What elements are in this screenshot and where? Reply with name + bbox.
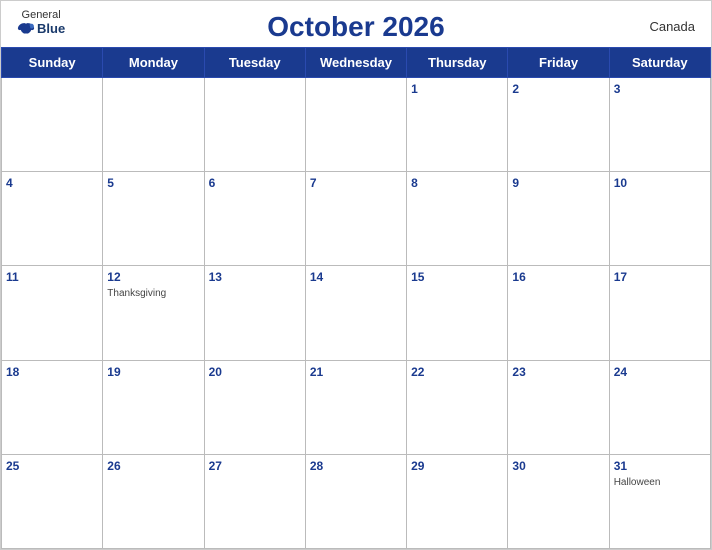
date-number: 28 bbox=[310, 459, 323, 473]
calendar-cell: 13 bbox=[204, 266, 305, 360]
calendar-cell: 15 bbox=[407, 266, 508, 360]
week-row-4: 18 19 20 21 22 23 24 bbox=[2, 360, 711, 454]
date-number: 13 bbox=[209, 270, 222, 284]
calendar-cell: 9 bbox=[508, 172, 609, 266]
date-number: 14 bbox=[310, 270, 323, 284]
country-label: Canada bbox=[649, 19, 695, 34]
calendar-cell: 5 bbox=[103, 172, 204, 266]
week-row-2: 4 5 6 7 8 9 10 bbox=[2, 172, 711, 266]
calendar-cell: 20 bbox=[204, 360, 305, 454]
calendar-cell: 18 bbox=[2, 360, 103, 454]
date-number: 30 bbox=[512, 459, 525, 473]
date-number: 10 bbox=[614, 176, 627, 190]
calendar-cell: 4 bbox=[2, 172, 103, 266]
date-number: 9 bbox=[512, 176, 519, 190]
calendar-cell: 14 bbox=[305, 266, 406, 360]
calendar-cell: 12 Thanksgiving bbox=[103, 266, 204, 360]
logo-bird-icon bbox=[17, 22, 35, 36]
date-number: 12 bbox=[107, 270, 120, 284]
calendar-cell: 24 bbox=[609, 360, 710, 454]
calendar-cell: 26 bbox=[103, 454, 204, 548]
calendar-cell: 27 bbox=[204, 454, 305, 548]
calendar-cell: 1 bbox=[407, 78, 508, 172]
calendar-cell bbox=[2, 78, 103, 172]
header-sunday: Sunday bbox=[2, 48, 103, 78]
event-label: Thanksgiving bbox=[107, 288, 199, 299]
calendar-cell: 25 bbox=[2, 454, 103, 548]
day-header-row: Sunday Monday Tuesday Wednesday Thursday… bbox=[2, 48, 711, 78]
date-number: 16 bbox=[512, 270, 525, 284]
calendar-cell: 2 bbox=[508, 78, 609, 172]
calendar-header: General Blue October 2026 Canada bbox=[1, 1, 711, 47]
date-number: 27 bbox=[209, 459, 222, 473]
date-number: 8 bbox=[411, 176, 418, 190]
calendar-cell: 3 bbox=[609, 78, 710, 172]
date-number: 6 bbox=[209, 176, 216, 190]
logo-general: General bbox=[22, 9, 61, 21]
calendar-title: October 2026 bbox=[267, 11, 444, 43]
calendar-cell bbox=[204, 78, 305, 172]
date-number: 3 bbox=[614, 82, 621, 96]
event-label: Halloween bbox=[614, 477, 706, 488]
calendar-cell: 19 bbox=[103, 360, 204, 454]
date-number: 4 bbox=[6, 176, 13, 190]
calendar-cell: 30 bbox=[508, 454, 609, 548]
calendar-cell: 10 bbox=[609, 172, 710, 266]
header-friday: Friday bbox=[508, 48, 609, 78]
header-tuesday: Tuesday bbox=[204, 48, 305, 78]
calendar-cell: 16 bbox=[508, 266, 609, 360]
calendar-cell: 28 bbox=[305, 454, 406, 548]
date-number: 31 bbox=[614, 459, 627, 473]
date-number: 7 bbox=[310, 176, 317, 190]
calendar-cell: 23 bbox=[508, 360, 609, 454]
date-number: 25 bbox=[6, 459, 19, 473]
week-row-5: 25 26 27 28 29 30 31 Halloween bbox=[2, 454, 711, 548]
date-number: 17 bbox=[614, 270, 627, 284]
calendar-cell bbox=[103, 78, 204, 172]
calendar-cell: 6 bbox=[204, 172, 305, 266]
date-number: 22 bbox=[411, 365, 424, 379]
header-thursday: Thursday bbox=[407, 48, 508, 78]
calendar-wrapper: General Blue October 2026 Canada Sunday … bbox=[0, 0, 712, 550]
date-number: 11 bbox=[6, 270, 19, 284]
date-number: 29 bbox=[411, 459, 424, 473]
header-wednesday: Wednesday bbox=[305, 48, 406, 78]
date-number: 18 bbox=[6, 365, 19, 379]
calendar-cell bbox=[305, 78, 406, 172]
date-number: 2 bbox=[512, 82, 519, 96]
header-monday: Monday bbox=[103, 48, 204, 78]
header-saturday: Saturday bbox=[609, 48, 710, 78]
calendar-table: Sunday Monday Tuesday Wednesday Thursday… bbox=[1, 47, 711, 549]
date-number: 1 bbox=[411, 82, 418, 96]
week-row-1: 1 2 3 bbox=[2, 78, 711, 172]
week-row-3: 11 12 Thanksgiving 13 14 15 16 17 bbox=[2, 266, 711, 360]
calendar-cell: 22 bbox=[407, 360, 508, 454]
date-number: 24 bbox=[614, 365, 627, 379]
calendar-cell: 31 Halloween bbox=[609, 454, 710, 548]
date-number: 26 bbox=[107, 459, 120, 473]
logo-blue: Blue bbox=[17, 21, 65, 36]
date-number: 23 bbox=[512, 365, 525, 379]
calendar-cell: 11 bbox=[2, 266, 103, 360]
calendar-cell: 29 bbox=[407, 454, 508, 548]
date-number: 15 bbox=[411, 270, 424, 284]
date-number: 21 bbox=[310, 365, 323, 379]
calendar-cell: 17 bbox=[609, 266, 710, 360]
logo-area: General Blue bbox=[17, 9, 65, 36]
date-number: 20 bbox=[209, 365, 222, 379]
date-number: 5 bbox=[107, 176, 114, 190]
calendar-cell: 7 bbox=[305, 172, 406, 266]
calendar-cell: 8 bbox=[407, 172, 508, 266]
calendar-cell: 21 bbox=[305, 360, 406, 454]
date-number: 19 bbox=[107, 365, 120, 379]
